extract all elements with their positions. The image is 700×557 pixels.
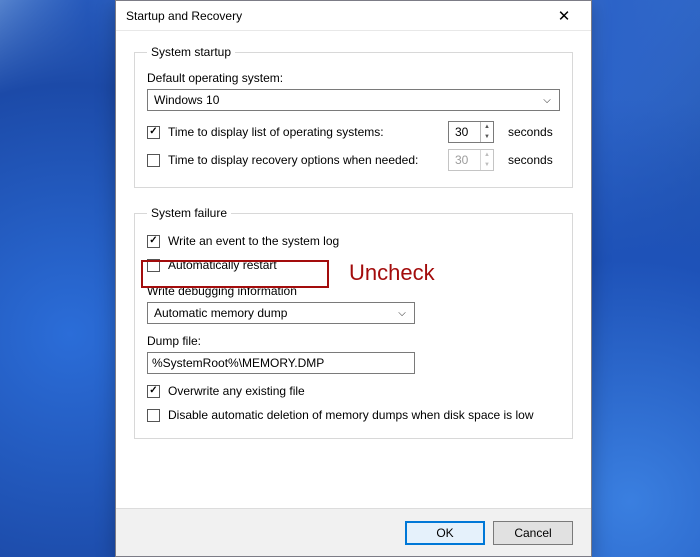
seconds-label: seconds <box>508 153 560 167</box>
dump-file-input[interactable]: %SystemRoot%\MEMORY.DMP <box>147 352 415 374</box>
write-event-checkbox[interactable] <box>147 235 160 248</box>
dialog-title: Startup and Recovery <box>126 9 242 23</box>
debug-info-value: Automatic memory dump <box>154 306 287 320</box>
write-event-label: Write an event to the system log <box>168 234 339 248</box>
system-failure-group: System failure Write an event to the sys… <box>134 206 573 439</box>
time-recovery-checkbox[interactable] <box>147 154 160 167</box>
time-os-list-checkbox[interactable] <box>147 126 160 139</box>
time-recovery-row: Time to display recovery options when ne… <box>147 149 560 171</box>
chevron-down-icon: ⌵ <box>394 305 410 321</box>
seconds-label: seconds <box>508 125 560 139</box>
cancel-button[interactable]: Cancel <box>493 521 573 545</box>
system-startup-group: System startup Default operating system:… <box>134 45 573 188</box>
default-os-label: Default operating system: <box>147 71 560 85</box>
dump-file-label: Dump file: <box>147 334 560 348</box>
debug-info-label: Write debugging information <box>147 284 560 298</box>
dump-file-value: %SystemRoot%\MEMORY.DMP <box>152 356 324 370</box>
auto-restart-checkbox[interactable] <box>147 259 160 272</box>
time-recovery-spinner: 30 ▲▼ <box>448 149 494 171</box>
ok-button-label: OK <box>436 526 453 540</box>
debug-info-select[interactable]: Automatic memory dump ⌵ <box>147 302 415 324</box>
time-recovery-label: Time to display recovery options when ne… <box>168 153 418 167</box>
time-os-list-value: 30 <box>449 122 480 142</box>
ok-button[interactable]: OK <box>405 521 485 545</box>
default-os-select[interactable]: Windows 10 ⌵ <box>147 89 560 111</box>
write-event-row: Write an event to the system log <box>147 234 560 248</box>
cancel-button-label: Cancel <box>514 526 551 540</box>
system-startup-legend: System startup <box>147 45 235 59</box>
overwrite-row: Overwrite any existing file <box>147 384 560 398</box>
chevron-down-icon: ⌵ <box>539 92 555 108</box>
disable-delete-row: Disable automatic deletion of memory dum… <box>147 408 560 422</box>
auto-restart-row: Automatically restart <box>147 258 560 272</box>
titlebar: Startup and Recovery ✕ <box>116 1 591 31</box>
overwrite-checkbox[interactable] <box>147 385 160 398</box>
close-button[interactable]: ✕ <box>545 2 583 30</box>
disable-delete-checkbox[interactable] <box>147 409 160 422</box>
default-os-value: Windows 10 <box>154 93 219 107</box>
auto-restart-label: Automatically restart <box>168 258 277 272</box>
spinner-arrows: ▲▼ <box>480 150 493 170</box>
system-failure-legend: System failure <box>147 206 231 220</box>
time-os-list-row: Time to display list of operating system… <box>147 121 560 143</box>
time-recovery-value: 30 <box>449 150 480 170</box>
time-os-list-label: Time to display list of operating system… <box>168 125 384 139</box>
desktop-background: Startup and Recovery ✕ System startup De… <box>0 0 700 557</box>
startup-recovery-dialog: Startup and Recovery ✕ System startup De… <box>115 0 592 557</box>
time-os-list-spinner[interactable]: 30 ▲▼ <box>448 121 494 143</box>
spinner-arrows[interactable]: ▲▼ <box>480 122 493 142</box>
close-icon: ✕ <box>558 7 571 25</box>
disable-delete-label: Disable automatic deletion of memory dum… <box>168 408 534 422</box>
overwrite-label: Overwrite any existing file <box>168 384 305 398</box>
dialog-content: System startup Default operating system:… <box>116 31 591 508</box>
dialog-footer: OK Cancel <box>116 508 591 556</box>
